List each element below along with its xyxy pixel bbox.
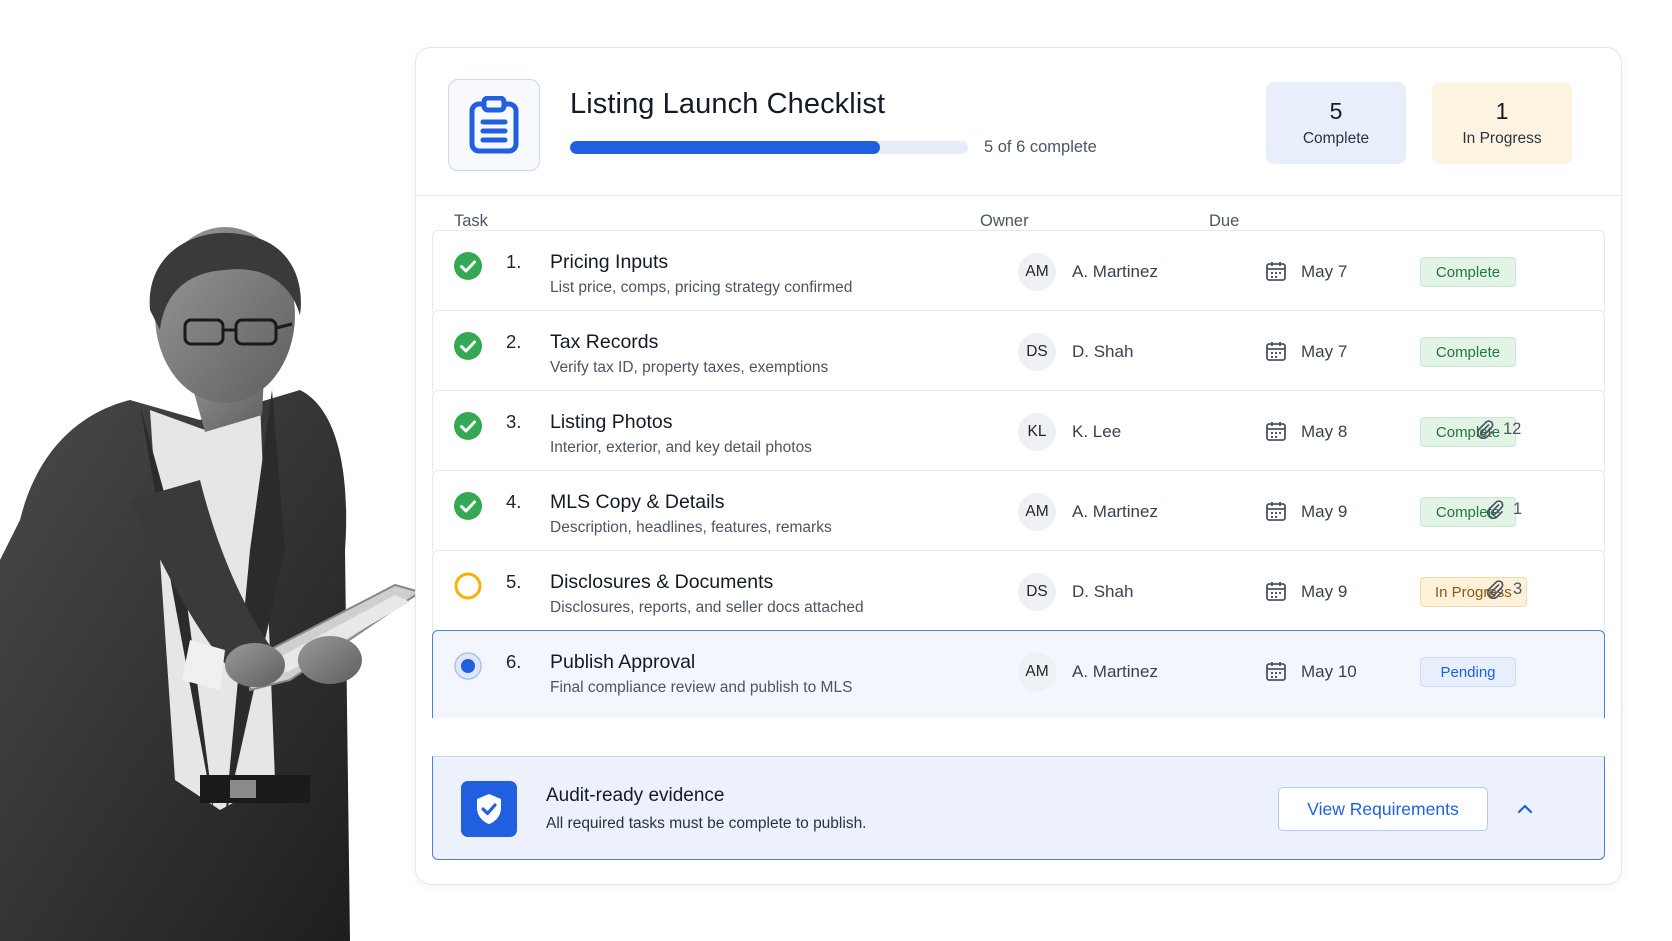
view-requirements-button[interactable]: View Requirements <box>1278 787 1488 831</box>
attachment-count[interactable]: 12 <box>1475 419 1521 439</box>
owner-name: A. Martinez <box>1072 262 1158 281</box>
calendar-icon <box>1265 340 1287 362</box>
task-number: 3. <box>506 411 522 432</box>
task-description: Final compliance review and publish to M… <box>550 679 853 696</box>
task-description: Interior, exterior, and key detail photo… <box>550 439 812 456</box>
task-number: 1. <box>506 251 522 272</box>
due-date: May 10 <box>1301 662 1357 681</box>
owner-avatar: AM <box>1018 653 1056 691</box>
task-number: 2. <box>506 331 522 352</box>
check-circle-icon[interactable] <box>453 331 483 361</box>
calendar-icon <box>1265 260 1287 282</box>
task-title[interactable]: Tax Records <box>550 331 658 354</box>
owner-avatar: AM <box>1018 493 1056 531</box>
stat-complete-count: 5 <box>1329 98 1343 124</box>
checklist-card: Listing Launch Checklist 5 of 6 complete… <box>415 47 1622 885</box>
shield-check-icon <box>461 781 517 837</box>
due-date: May 7 <box>1301 342 1348 361</box>
chevron-up-icon[interactable] <box>1513 797 1537 821</box>
task-description: Description, headlines, features, remark… <box>550 519 832 536</box>
owner-avatar: DS <box>1018 333 1056 371</box>
column-header-task: Task <box>454 212 488 230</box>
check-circle-icon[interactable] <box>453 251 483 281</box>
in-progress-circle-icon[interactable] <box>453 571 483 601</box>
attachment-count[interactable]: 1 <box>1485 499 1522 519</box>
task-description: Disclosures, reports, and seller docs at… <box>550 599 864 616</box>
attachment-count-value: 1 <box>1513 499 1523 518</box>
paperclip-icon <box>1485 499 1505 519</box>
progress-text: 5 of 6 complete <box>984 138 1097 156</box>
task-row[interactable]: 4. MLS Copy & Details Description, headlin… <box>432 470 1605 555</box>
calendar-icon <box>1265 420 1287 442</box>
task-title[interactable]: MLS Copy & Details <box>550 491 724 514</box>
due-date: May 8 <box>1301 422 1348 441</box>
check-circle-icon[interactable] <box>453 491 483 521</box>
calendar-icon <box>1265 500 1287 522</box>
paperclip-icon <box>1485 579 1505 599</box>
attachment-count[interactable]: 3 <box>1485 579 1522 599</box>
task-title[interactable]: Pricing Inputs <box>550 251 668 274</box>
owner-name: K. Lee <box>1072 422 1122 441</box>
owner-name: A. Martinez <box>1072 502 1158 521</box>
task-row[interactable]: 5. Disclosures & Documents Disclosures, re… <box>432 550 1605 635</box>
due-date: May 9 <box>1301 582 1348 601</box>
task-row[interactable]: 2. Tax Records Verify tax ID, property tax… <box>432 310 1605 395</box>
audit-title: Audit-ready evidence <box>546 785 725 806</box>
audit-subtitle: All required tasks must be complete to p… <box>546 815 867 832</box>
businessman-photo <box>0 227 423 941</box>
task-title[interactable]: Disclosures & Documents <box>550 571 773 594</box>
check-circle-icon[interactable] <box>453 411 483 441</box>
due-date: May 7 <box>1301 262 1348 281</box>
progress-bar <box>570 141 968 154</box>
task-row[interactable]: 1. Pricing Inputs List price, comps, prici… <box>432 230 1605 315</box>
calendar-icon <box>1265 660 1287 682</box>
owner-name: D. Shah <box>1072 342 1134 361</box>
task-row[interactable]: 3. Listing Photos Interior, exterior, and … <box>432 390 1605 475</box>
stat-in-progress: 1 In Progress <box>1432 82 1572 164</box>
audit-evidence-panel: Audit-ready evidence All required tasks … <box>432 756 1605 860</box>
task-title[interactable]: Listing Photos <box>550 411 673 434</box>
progress-bar-fill <box>570 141 881 154</box>
page-title: Listing Launch Checklist <box>570 88 886 120</box>
task-description: Verify tax ID, property taxes, exemption… <box>550 359 829 376</box>
attachment-count-value: 3 <box>1513 579 1523 598</box>
stat-complete: 5 Complete <box>1266 82 1406 164</box>
attachment-count-value: 12 <box>1503 419 1522 438</box>
column-header-due: Due <box>1209 212 1240 230</box>
column-header-owner: Owner <box>980 212 1029 230</box>
stat-in-progress-count: 1 <box>1495 98 1509 124</box>
task-number: 6. <box>506 651 522 672</box>
task-number: 5. <box>506 571 522 592</box>
stat-in-progress-label: In Progress <box>1462 130 1542 147</box>
stat-complete-label: Complete <box>1302 130 1370 147</box>
status-badge: Pending <box>1420 657 1516 687</box>
paperclip-icon <box>1475 419 1495 439</box>
task-description: List price, comps, pricing strategy conf… <box>550 279 853 296</box>
status-badge: Complete <box>1420 337 1516 367</box>
task-title[interactable]: Publish Approval <box>550 651 695 674</box>
owner-avatar: AM <box>1018 253 1056 291</box>
radio-selected-icon[interactable] <box>453 651 483 681</box>
owner-avatar: DS <box>1018 573 1056 611</box>
checklist-header: Listing Launch Checklist 5 of 6 complete… <box>416 48 1621 196</box>
status-badge: Complete <box>1420 257 1516 287</box>
calendar-icon <box>1265 580 1287 602</box>
task-number: 4. <box>506 491 522 512</box>
owner-name: D. Shah <box>1072 582 1134 601</box>
task-row[interactable]: 6. Publish Approval Final compliance revie… <box>432 630 1605 718</box>
due-date: May 9 <box>1301 502 1348 521</box>
owner-name: A. Martinez <box>1072 662 1158 681</box>
clipboard-icon <box>448 79 540 171</box>
owner-avatar: KL <box>1018 413 1056 451</box>
